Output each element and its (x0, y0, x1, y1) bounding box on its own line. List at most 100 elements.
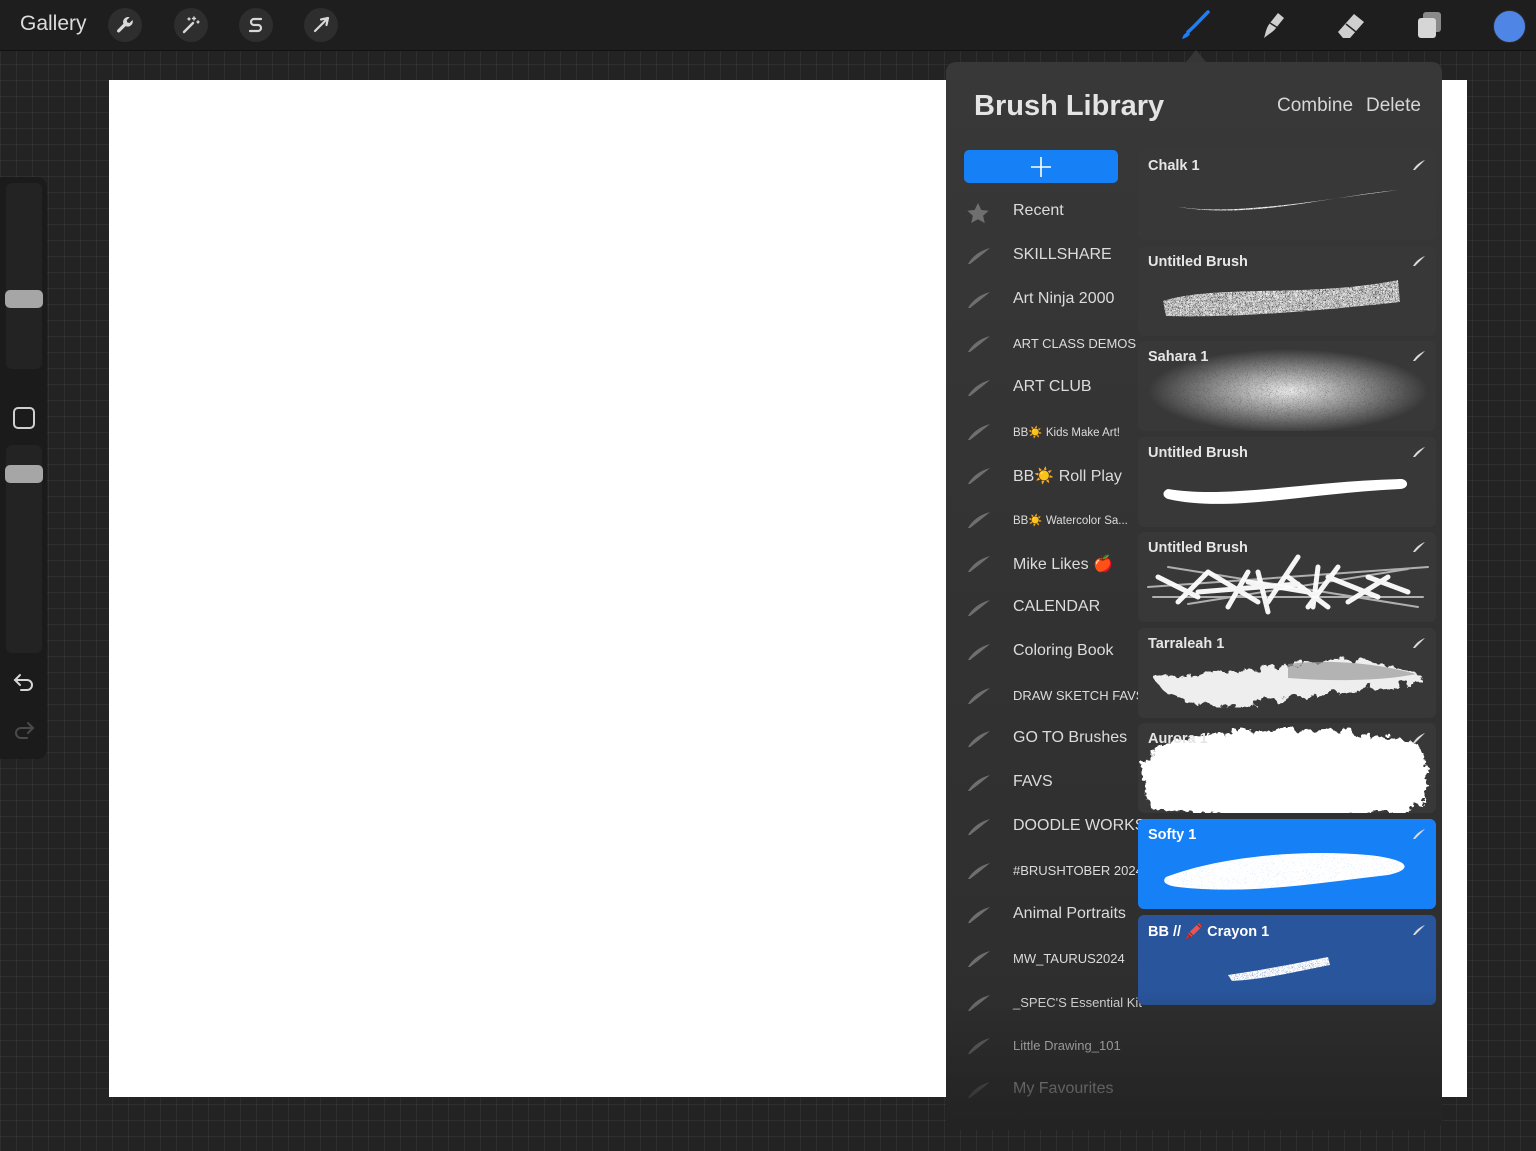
brush-edit-icon[interactable] (1412, 827, 1426, 845)
brush-set-label: ART CLUB (1013, 378, 1092, 395)
brush-card[interactable]: Tarraleah 1 (1138, 628, 1436, 718)
brush-set-item[interactable]: CALENDAR (946, 588, 1138, 628)
brush-card[interactable]: Sahara 1 (1138, 341, 1436, 431)
eraser-icon[interactable] (1332, 7, 1370, 43)
brush-set-label: DRAW SKETCH FAVS (1013, 688, 1145, 703)
brush-card[interactable]: Chalk 1 (1138, 150, 1436, 240)
brush-set-item[interactable]: ART CLASS DEMOS (946, 324, 1138, 364)
brush-set-item[interactable]: DRAW SKETCH FAVS (946, 676, 1144, 716)
brush-set-item[interactable]: BB☀️ Kids Make Art! (946, 412, 1138, 452)
brush-set-item[interactable]: My Favourites (946, 1070, 1138, 1110)
brush-name: Softy 1 (1148, 827, 1197, 843)
brush-stroke-icon (966, 1080, 992, 1100)
magic-wand-icon[interactable] (174, 8, 208, 42)
brush-name: Aurora 1 (1148, 731, 1208, 747)
brush-set-label: Coloring Book (1013, 642, 1114, 659)
brush-stroke-icon (966, 466, 992, 486)
gallery-button[interactable]: Gallery (20, 12, 87, 36)
selection-s-icon[interactable] (239, 8, 273, 42)
brush-set-item[interactable]: Mike Likes 🍎 (946, 544, 1138, 584)
color-swatch-button[interactable] (1493, 10, 1526, 43)
left-sidebar (0, 177, 47, 759)
brush-set-item[interactable]: Animal Portraits (946, 895, 1138, 935)
brush-edit-icon[interactable] (1412, 923, 1426, 941)
brush-size-slider[interactable] (6, 183, 42, 369)
brush-stroke-icon (966, 993, 992, 1013)
brush-set-item[interactable]: #BRUSHTOBER 2024 (946, 851, 1143, 891)
brush-set-item[interactable]: Coloring Book (946, 632, 1138, 672)
brush-set-item[interactable]: Recent (946, 192, 1138, 232)
brush-card[interactable]: Untitled Brush (1138, 246, 1436, 336)
brush-set-item[interactable]: GO TO Brushes (946, 719, 1138, 759)
brush-edit-icon[interactable] (1412, 731, 1426, 749)
brush-name: BB // 🖍️ Crayon 1 (1148, 924, 1270, 940)
brush-card[interactable]: BB // 🖍️ Crayon 1 (1138, 915, 1436, 1005)
redo-icon[interactable] (12, 720, 36, 745)
brush-set-label: Animal Portraits (1013, 905, 1126, 922)
edit-brush-icon[interactable] (1412, 446, 1426, 458)
star-icon (966, 202, 992, 224)
edit-brush-icon[interactable] (1412, 541, 1426, 553)
layers-icon[interactable] (1411, 7, 1449, 43)
wrench-icon[interactable] (108, 8, 142, 42)
brush-stroke-icon (966, 1036, 992, 1056)
brush-icon[interactable] (1176, 7, 1214, 43)
brush-edit-icon[interactable] (1412, 158, 1426, 176)
smudge-icon[interactable] (1254, 7, 1292, 43)
brush-set-label: #BRUSHTOBER 2024 (1013, 863, 1143, 878)
brush-stroke-icon (966, 290, 992, 310)
opacity-handle[interactable] (5, 465, 43, 483)
brush-edit-icon[interactable] (1412, 254, 1426, 272)
brush-set-item[interactable]: BB☀️ Watercolor Sa... (946, 500, 1138, 540)
brush-stroke-icon (966, 642, 992, 662)
brush-stroke-icon (966, 773, 992, 793)
brush-size-handle[interactable] (5, 290, 43, 308)
edit-brush-icon[interactable] (1412, 159, 1426, 171)
brush-set-item[interactable]: DOODLE WORKS (946, 807, 1145, 847)
brush-card[interactable]: Untitled Brush (1138, 437, 1436, 527)
brush-set-label: BB☀️ Watercolor Sa... (1013, 515, 1128, 527)
brush-name: Tarraleah 1 (1148, 636, 1225, 652)
brush-card[interactable]: Softy 1 (1138, 819, 1436, 909)
brush-set-item[interactable]: MW_TAURUS2024 (946, 939, 1138, 979)
brush-edit-icon[interactable] (1412, 445, 1426, 463)
brush-set-item[interactable]: SKILLSHARE (946, 236, 1138, 276)
brush-edit-icon[interactable] (1412, 636, 1426, 654)
popover-pointer (1186, 50, 1206, 62)
brush-stroke-icon (966, 510, 992, 530)
brush-edit-icon[interactable] (1412, 349, 1426, 367)
combine-button[interactable]: Combine (1277, 95, 1353, 117)
brush-set-label: Little Drawing_101 (1013, 1038, 1121, 1053)
brush-set-label: _SPEC'S Essential Kit (1013, 995, 1142, 1010)
edit-brush-icon[interactable] (1412, 255, 1426, 267)
edit-brush-icon[interactable] (1412, 924, 1426, 936)
brush-edit-icon[interactable] (1412, 540, 1426, 558)
brush-set-item[interactable]: FAVS (946, 763, 1138, 803)
brush-set-item[interactable]: Little Drawing_101 (946, 1026, 1138, 1066)
edit-brush-icon[interactable] (1412, 637, 1426, 649)
brush-set-item[interactable]: BB☀️ Roll Play (946, 456, 1138, 496)
edit-brush-icon[interactable] (1412, 350, 1426, 362)
brush-name: Untitled Brush (1148, 445, 1248, 461)
brush-stroke-icon (966, 378, 992, 398)
undo-icon[interactable] (12, 672, 36, 697)
edit-brush-icon[interactable] (1412, 828, 1426, 840)
brush-set-item[interactable]: ART CLUB (946, 368, 1138, 408)
delete-button[interactable]: Delete (1366, 95, 1421, 117)
brush-set-item[interactable]: _SPEC'S Essential Kit (946, 983, 1142, 1023)
brush-set-label: Mike Likes 🍎 (1013, 556, 1113, 573)
edit-brush-icon[interactable] (1412, 732, 1426, 744)
brush-set-label: BB☀️ Roll Play (1013, 468, 1122, 485)
brush-name: Untitled Brush (1148, 254, 1248, 270)
brush-set-label: My Favourites (1013, 1080, 1114, 1097)
add-brush-set-button[interactable] (964, 150, 1118, 183)
move-arrow-icon[interactable] (304, 8, 338, 42)
brush-stroke-icon (966, 334, 992, 354)
brush-card[interactable]: Aurora 1 (1138, 723, 1436, 813)
brush-set-item[interactable]: Art Ninja 2000 (946, 280, 1138, 320)
brush-library-panel: Brush Library Combine Delete Recent SKILL… (946, 62, 1442, 1130)
brush-card[interactable]: Untitled Brush (1138, 532, 1436, 622)
top-toolbar: Gallery (0, 0, 1536, 51)
brush-set-label: Art Ninja 2000 (1013, 290, 1115, 307)
modify-button[interactable] (13, 407, 35, 429)
